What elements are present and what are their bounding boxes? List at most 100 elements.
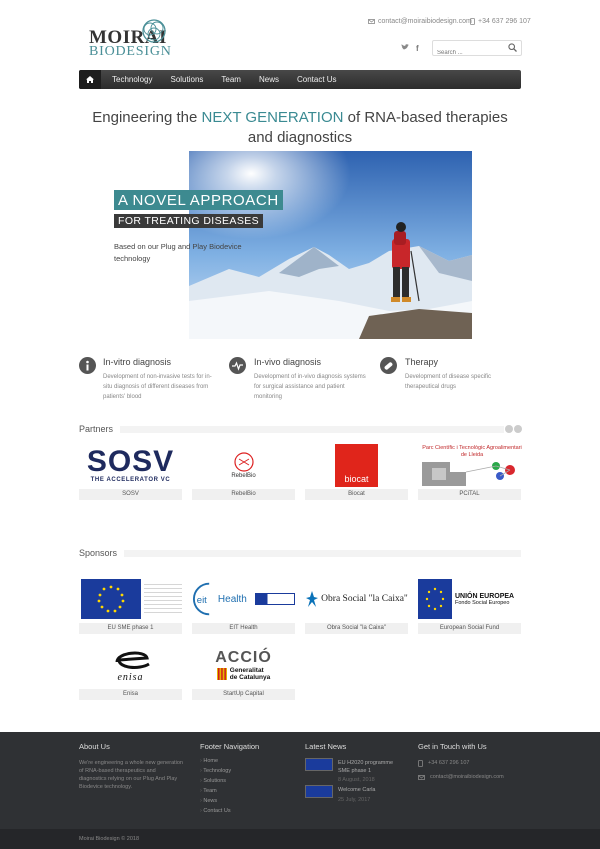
pill-icon	[380, 357, 397, 374]
partner-caption: PCiTAL	[418, 489, 521, 500]
partners-title: Partners	[79, 424, 114, 434]
logo-text-bottom[interactable]: BIODESIGN	[89, 44, 172, 60]
sponsor-caption: EIT Health	[192, 623, 295, 634]
footer-nav-item-news[interactable]: › News	[200, 796, 231, 806]
partner-card-rebelbio[interactable]: RebelBio RebelBio	[192, 442, 295, 500]
news-date: 25 July, 2017	[338, 797, 371, 803]
hero-description: Based on our Plug and Play Biodevice tec…	[114, 242, 242, 263]
nav-team[interactable]: Team	[212, 70, 250, 89]
sponsor-logo-eu-sme	[79, 576, 182, 622]
sosv-logo-sub: THE ACCELERATOR VC	[90, 477, 171, 483]
footer-nav-item-technology[interactable]: › Technology	[200, 766, 231, 776]
footer-news-title: Latest News	[305, 742, 347, 751]
news-thumbnail[interactable]	[305, 758, 333, 771]
footer-nav-label[interactable]: Home	[203, 758, 218, 764]
footer-about-title: About Us	[79, 742, 110, 751]
catalunya-text: de Catalunya	[229, 674, 271, 681]
news-title[interactable]: EU H2020 programme SME phase 1	[338, 759, 400, 775]
feature-desc-invivo: Development of in-vivo diagnosis systems…	[254, 374, 366, 400]
sponsor-card-enisa[interactable]: enisa Enisa	[79, 642, 182, 700]
partner-card-pcital[interactable]: Parc Científic i Tecnològic Agroalimenta…	[418, 442, 522, 500]
headline-pre: Engineering the	[92, 109, 202, 126]
partner-caption: SOSV	[79, 489, 182, 500]
partner-caption: RebelBio	[192, 489, 295, 500]
footer-nav-label[interactable]: Contact Us	[203, 808, 230, 814]
pcital-logo-graphic	[422, 462, 515, 486]
header-phone-text: +34 637 296 107	[478, 18, 531, 25]
hero-subtitle-banner: FOR TREATING DISEASES	[114, 214, 264, 228]
header-phone: +34 637 296 107	[470, 18, 531, 25]
partner-logo-biocat: biocat	[305, 442, 408, 488]
enisa-logo-icon	[115, 651, 150, 669]
hero-title: A NOVEL APPROACH	[114, 190, 283, 210]
sponsor-caption: Enisa	[79, 689, 182, 700]
sponsor-card-eu-sme[interactable]: EU SME phase 1	[79, 576, 182, 634]
la-caixa-star-icon	[306, 591, 319, 607]
footer-nav-item-solutions[interactable]: › Solutions	[200, 776, 231, 786]
footer-nav-label[interactable]: Team	[203, 788, 216, 794]
footer-nav-item-team[interactable]: › Team	[200, 786, 231, 796]
twitter-icon[interactable]	[401, 44, 409, 53]
news-thumbnail[interactable]	[305, 785, 333, 798]
copyright: Moirai Biodesign © 2018	[79, 836, 140, 842]
sponsors-title: Sponsors	[79, 548, 118, 558]
la-caixa-logo-text: Obra Social "la Caixa"	[321, 594, 408, 604]
carousel-next-icon[interactable]	[514, 425, 522, 433]
eit-logo-text: Health	[217, 593, 247, 605]
sponsor-logo-la-caixa: Obra Social "la Caixa"	[305, 576, 408, 622]
footer-nav-label[interactable]: Technology	[203, 768, 231, 774]
sponsor-card-la-caixa[interactable]: Obra Social "la Caixa" Obra Social "la C…	[305, 576, 408, 634]
generalitat-shield-icon	[216, 668, 227, 680]
eu-flag-icon	[418, 579, 452, 619]
partner-logo-pcital: Parc Científic i Tecnològic Agroalimenta…	[418, 442, 522, 488]
sponsor-logo-esf: UNIÓN EUROPEA Fondo Social Europeo	[418, 576, 521, 622]
phone-icon	[470, 18, 475, 25]
mail-icon	[368, 19, 375, 24]
eit-eu-badge	[254, 593, 295, 605]
nav-news[interactable]: News	[250, 70, 288, 89]
carousel-prev-icon[interactable]	[505, 425, 513, 433]
search-icon[interactable]	[508, 43, 517, 52]
sponsor-card-eit-health[interactable]: eit Health EIT Health	[192, 576, 295, 634]
header-email[interactable]: contact@moiraibiodesign.com	[368, 18, 472, 25]
facebook-icon[interactable]: f	[416, 44, 419, 53]
footer-bottom-bar: Moirai Biodesign © 2018	[0, 829, 600, 849]
nav-contact-us[interactable]: Contact Us	[288, 70, 346, 89]
feature-title-therapy: Therapy	[405, 357, 439, 367]
home-icon	[86, 76, 94, 83]
svg-text:eit: eit	[197, 595, 207, 606]
partner-card-biocat[interactable]: biocat Biocat	[305, 442, 408, 500]
sponsor-card-accio[interactable]: ACCIÓ Generalitat de Catalunya StartUp C…	[192, 642, 295, 700]
pcital-logo-text: Parc Científic i Tecnològic Agroalimenta…	[422, 445, 522, 458]
search-box[interactable]	[432, 40, 522, 60]
footer-contact-title: Get in Touch with Us	[418, 742, 487, 751]
news-date: 8 August, 2018	[338, 777, 375, 783]
search-input[interactable]	[433, 46, 511, 60]
partner-logo-sosv: SOSV THE ACCELERATOR VC	[79, 442, 182, 488]
sponsor-caption: EU SME phase 1	[79, 623, 182, 634]
feature-desc-therapy: Development of disease specific therapeu…	[405, 374, 492, 390]
footer-nav-item-contact[interactable]: › Contact Us	[200, 806, 231, 816]
footer-nav-item-home[interactable]: › Home	[200, 756, 231, 766]
footer-nav-label[interactable]: News	[203, 798, 217, 804]
rebelbio-logo-icon	[233, 452, 254, 472]
generalitat-text: Generalitat	[229, 667, 264, 674]
footer-nav-label[interactable]: Solutions	[203, 778, 226, 784]
feature-desc-invitro: Development of non-invasive tests for in…	[103, 374, 212, 400]
nav-home[interactable]	[79, 70, 101, 89]
header-email-text[interactable]: contact@moiraibiodesign.com	[378, 18, 472, 25]
partners-divider	[120, 426, 504, 433]
footer-email[interactable]: contact@moiraibiodesign.com	[418, 773, 504, 781]
page-headline: Engineering the NEXT GENERATION of RNA-b…	[80, 108, 520, 148]
sponsor-logo-enisa: enisa	[79, 642, 182, 688]
heartbeat-icon	[229, 357, 246, 374]
nav-solutions[interactable]: Solutions	[161, 70, 212, 89]
partner-card-sosv[interactable]: SOSV THE ACCELERATOR VC SOSV	[79, 442, 182, 500]
footer-email-text[interactable]: contact@moiraibiodesign.com	[430, 773, 504, 781]
nav-technology[interactable]: Technology	[101, 70, 161, 89]
footer-nav-title: Footer Navigation	[200, 742, 260, 751]
news-title[interactable]: Welcome Carla	[338, 786, 376, 794]
footer-phone-text: +34 637 296 107	[428, 760, 470, 766]
eu-flag-icon	[81, 579, 141, 619]
sponsor-card-esf[interactable]: UNIÓN EUROPEA Fondo Social Europeo Europ…	[418, 576, 521, 634]
